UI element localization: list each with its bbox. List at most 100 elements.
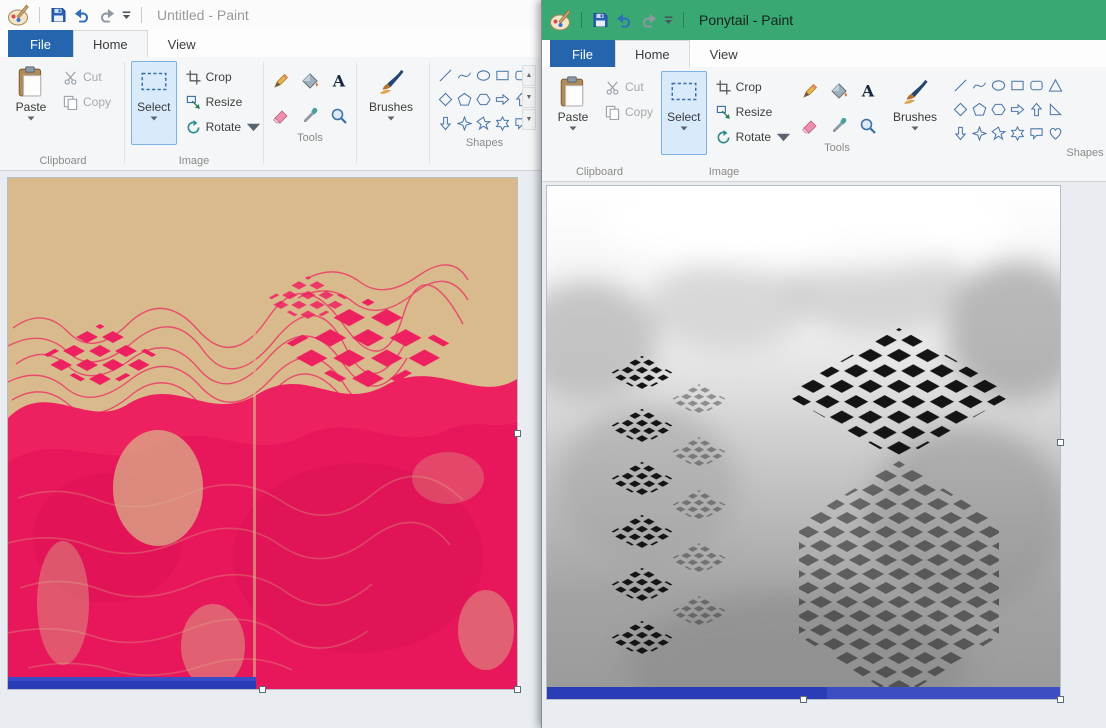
fill-tool-button[interactable] xyxy=(296,65,323,96)
tab-file[interactable]: File xyxy=(8,30,73,57)
crop-button[interactable]: Crop xyxy=(186,68,261,86)
magnifier-tool-button[interactable] xyxy=(854,110,881,141)
shape-star5-button[interactable] xyxy=(989,122,1008,144)
shape-hexagon-button[interactable] xyxy=(989,98,1008,120)
shape-star4-button[interactable] xyxy=(970,122,989,144)
text-tool-button[interactable] xyxy=(325,65,352,96)
shape-arrow-right-button[interactable] xyxy=(493,88,512,110)
shape-rectangle-button[interactable] xyxy=(493,64,512,86)
resize-button[interactable]: Resize xyxy=(186,93,261,111)
shape-triangle-button[interactable] xyxy=(1046,74,1065,96)
titlebar[interactable]: Untitled - Paint xyxy=(0,0,541,30)
paste-button[interactable]: Paste xyxy=(8,61,54,145)
text-tool-button[interactable] xyxy=(854,75,881,106)
eraser-tool-button[interactable] xyxy=(796,110,823,141)
tab-home[interactable]: Home xyxy=(72,30,148,57)
tab-file[interactable]: File xyxy=(550,40,615,67)
shape-heart-button[interactable] xyxy=(1046,122,1065,144)
shape-arrow-up-button[interactable] xyxy=(1027,98,1046,120)
eraser-tool-button[interactable] xyxy=(267,100,294,131)
pentagon-icon xyxy=(457,92,472,107)
shape-diamond-button[interactable] xyxy=(951,98,970,120)
magnifier-tool-button[interactable] xyxy=(325,100,352,131)
brushes-button[interactable]: Brushes xyxy=(363,61,419,145)
shapes-more-button[interactable]: ▼ xyxy=(522,109,536,130)
pencil-tool-button[interactable] xyxy=(267,65,294,96)
select-button[interactable]: Select xyxy=(131,61,177,145)
save-button[interactable] xyxy=(591,11,610,29)
shape-star4-button[interactable] xyxy=(455,112,474,134)
rotate-button[interactable]: Rotate xyxy=(186,118,261,136)
shape-line-button[interactable] xyxy=(436,64,455,86)
select-rectangle-icon xyxy=(140,66,168,98)
line-icon xyxy=(438,68,453,83)
cut-button[interactable]: Cut xyxy=(63,68,111,86)
shape-rounded-rectangle-button[interactable] xyxy=(1027,74,1046,96)
selection-handle-right[interactable] xyxy=(1057,439,1064,446)
rotate-button[interactable]: Rotate xyxy=(716,128,791,146)
shape-callout-button[interactable] xyxy=(1027,122,1046,144)
shape-oval-button[interactable] xyxy=(989,74,1008,96)
shapes-scroll-up-button[interactable]: ▲ xyxy=(522,65,536,86)
selection-handle-corner[interactable] xyxy=(514,686,521,693)
arrow-right-icon xyxy=(495,92,510,107)
curve-icon xyxy=(457,68,472,83)
undo-button[interactable] xyxy=(73,6,92,24)
copy-label: Copy xyxy=(625,105,654,119)
shape-arrow-down-button[interactable] xyxy=(436,112,455,134)
paste-button[interactable]: Paste xyxy=(550,71,596,155)
shape-pentagon-button[interactable] xyxy=(455,88,474,110)
tab-view[interactable]: View xyxy=(148,30,216,57)
tab-view[interactable]: View xyxy=(690,40,758,67)
canvas[interactable] xyxy=(8,178,517,689)
brush-icon xyxy=(377,66,405,98)
shapes-scroll-down-button[interactable]: ▼ xyxy=(522,87,536,108)
select-button[interactable]: Select xyxy=(661,71,707,155)
fill-tool-button[interactable] xyxy=(825,75,852,106)
customize-quick-access-button[interactable] xyxy=(121,10,132,21)
selection-handle-bottom[interactable] xyxy=(800,696,807,703)
paste-icon xyxy=(559,76,587,108)
selection-handle-bottom[interactable] xyxy=(259,686,266,693)
tab-home[interactable]: Home xyxy=(614,40,690,67)
copy-button[interactable]: Copy xyxy=(63,93,111,111)
shape-oval-button[interactable] xyxy=(474,64,493,86)
group-label-tools: Tools xyxy=(824,142,850,154)
shape-diamond-button[interactable] xyxy=(436,88,455,110)
selection-handle-right[interactable] xyxy=(514,430,521,437)
canvas[interactable] xyxy=(547,186,1060,699)
color-picker-tool-button[interactable] xyxy=(296,100,323,131)
image-group: Select Crop Resize Rotate Image xyxy=(125,57,263,170)
cut-button[interactable]: Cut xyxy=(605,78,653,96)
crop-button[interactable]: Crop xyxy=(716,78,791,96)
rotate-label: Rotate xyxy=(735,130,772,144)
image-group: Select Crop Resize Rotate Image xyxy=(655,67,793,181)
shape-star5-button[interactable] xyxy=(474,112,493,134)
undo-button[interactable] xyxy=(615,11,634,29)
shape-curve-button[interactable] xyxy=(970,74,989,96)
magnifier-icon xyxy=(330,107,348,125)
resize-button[interactable]: Resize xyxy=(716,103,791,121)
shape-rectangle-button[interactable] xyxy=(1008,74,1027,96)
artwork-grayscale xyxy=(547,186,1060,699)
shape-arrow-right-button[interactable] xyxy=(1008,98,1027,120)
shape-star6-button[interactable] xyxy=(1008,122,1027,144)
shape-pentagon-button[interactable] xyxy=(970,98,989,120)
redo-button[interactable] xyxy=(97,6,116,24)
paint-window-untitled: Untitled - Paint File Home View Paste Cu… xyxy=(0,0,541,728)
selection-handle-corner[interactable] xyxy=(1057,696,1064,703)
shape-hexagon-button[interactable] xyxy=(474,88,493,110)
color-picker-tool-button[interactable] xyxy=(825,110,852,141)
shape-star6-button[interactable] xyxy=(493,112,512,134)
save-button[interactable] xyxy=(49,6,68,24)
shape-right-triangle-button[interactable] xyxy=(1046,98,1065,120)
titlebar[interactable]: Ponytail - Paint xyxy=(542,0,1106,40)
pencil-tool-button[interactable] xyxy=(796,75,823,106)
customize-quick-access-button[interactable] xyxy=(663,15,674,26)
copy-button[interactable]: Copy xyxy=(605,103,653,121)
brushes-button[interactable]: Brushes xyxy=(887,71,943,155)
shape-line-button[interactable] xyxy=(951,74,970,96)
shape-arrow-down-button[interactable] xyxy=(951,122,970,144)
shape-curve-button[interactable] xyxy=(455,64,474,86)
redo-button[interactable] xyxy=(639,11,658,29)
